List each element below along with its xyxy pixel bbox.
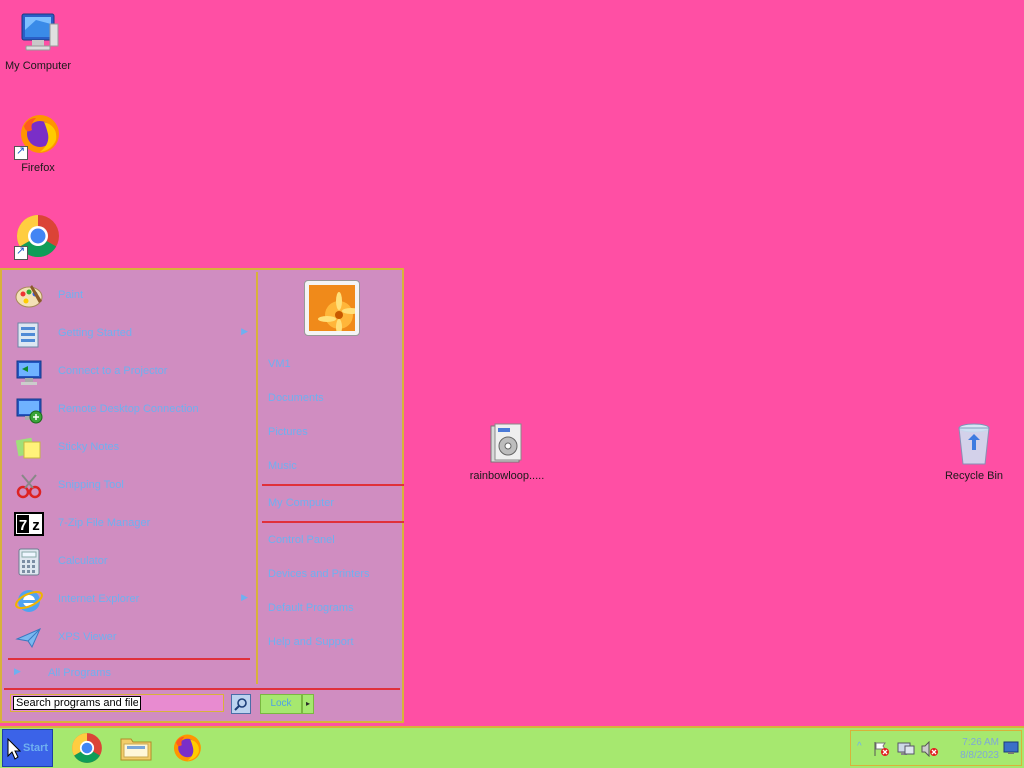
getting-started-icon: [14, 319, 44, 349]
action-center-flag-icon[interactable]: [873, 741, 891, 760]
user-picture[interactable]: [304, 280, 360, 336]
desktop-icon-label: Recycle Bin: [944, 470, 1004, 482]
recycle-bin-icon: [950, 420, 998, 468]
start-menu-item-xps-viewer[interactable]: XPS Viewer: [12, 620, 252, 656]
calculator-icon: [14, 547, 44, 577]
menu-separator: [8, 658, 250, 660]
start-menu: Paint Getting Started ▶ Connect to a Pro…: [0, 268, 404, 723]
places-item-default-programs[interactable]: Default Programs: [268, 602, 354, 614]
taskbar: Start ^ 7:26 AM 8/8/2023: [0, 726, 1024, 768]
remote-desktop-icon: [14, 395, 44, 425]
volume-muted-icon[interactable]: [921, 740, 939, 760]
chrome-icon: [14, 212, 62, 260]
places-item-documents[interactable]: Documents: [268, 392, 324, 404]
show-hidden-icons-button[interactable]: ^: [857, 741, 862, 752]
places-item-pictures[interactable]: Pictures: [268, 426, 308, 438]
start-menu-programs-pane: Paint Getting Started ▶ Connect to a Pro…: [4, 272, 254, 684]
program-label: Snipping Tool: [58, 479, 124, 491]
firefox-icon: [14, 112, 62, 160]
installer-icon: [483, 420, 531, 468]
search-button[interactable]: [231, 694, 251, 714]
7zip-icon: 7z: [14, 509, 44, 539]
taskbar-app-chrome[interactable]: [70, 731, 104, 765]
lock-options-arrow[interactable]: ▸: [302, 694, 314, 714]
search-box: [10, 694, 224, 712]
desktop-icon-firefox[interactable]: Firefox: [0, 112, 78, 174]
xps-viewer-icon: [14, 623, 44, 653]
lock-button[interactable]: Lock: [260, 694, 302, 714]
desktop-icon-chrome[interactable]: [0, 212, 78, 262]
show-desktop-icon[interactable]: [1003, 741, 1019, 758]
svg-text:z: z: [32, 517, 40, 534]
start-menu-item-sticky-notes[interactable]: Sticky Notes: [12, 430, 252, 466]
desktop-icon-label: Firefox: [21, 162, 55, 174]
desktop-icon-rainbowloop[interactable]: rainbowloop.....: [467, 420, 547, 482]
all-programs-button[interactable]: ▶ All Programs: [12, 662, 252, 684]
places-item-vm1[interactable]: VM1: [268, 358, 291, 370]
submenu-arrow-icon: ▶: [241, 592, 248, 602]
search-icon: [234, 697, 248, 714]
start-menu-item-internet-explorer[interactable]: Internet Explorer ▶: [12, 582, 252, 618]
desktop-icon-label: My Computer: [4, 60, 72, 72]
monitor-icon: [14, 10, 62, 58]
program-label: Paint: [58, 289, 84, 301]
start-menu-places-pane: VM1 Documents Pictures Music My Computer…: [256, 272, 404, 684]
start-menu-item-remote-desktop[interactable]: Remote Desktop Connection: [12, 392, 252, 428]
all-programs-arrow-icon: ▶: [14, 666, 21, 676]
chrome-icon: [70, 733, 104, 768]
desktop-icon-my-computer[interactable]: My Computer: [0, 10, 78, 72]
start-menu-item-paint[interactable]: Paint: [12, 278, 252, 314]
projector-icon: [14, 357, 44, 387]
folder-icon: [119, 738, 153, 768]
submenu-arrow-icon: ▶: [241, 326, 248, 336]
start-menu-item-calculator[interactable]: Calculator: [12, 544, 252, 580]
internet-explorer-icon: [14, 585, 44, 615]
desktop-icon-label: rainbowloop.....: [469, 470, 545, 482]
svg-text:7: 7: [19, 517, 27, 534]
shortcut-arrow-icon: [14, 244, 28, 260]
sticky-notes-icon: [14, 433, 44, 463]
desktop-icon-recycle-bin[interactable]: Recycle Bin: [934, 420, 1014, 482]
start-menu-search-row: Lock ▸: [4, 688, 400, 720]
start-menu-item-connect-projector[interactable]: Connect to a Projector: [12, 354, 252, 390]
places-item-music[interactable]: Music: [268, 460, 297, 472]
places-item-help-support[interactable]: Help and Support: [268, 636, 354, 648]
start-label: Start: [23, 742, 49, 754]
start-menu-item-7zip[interactable]: 7z 7-Zip File Manager: [12, 506, 252, 542]
start-menu-item-getting-started[interactable]: Getting Started ▶: [12, 316, 252, 352]
program-label: Connect to a Projector: [58, 365, 168, 377]
clock-date: 8/8/2023: [960, 750, 999, 761]
search-input[interactable]: [13, 696, 141, 710]
program-label: Internet Explorer: [58, 593, 140, 605]
menu-separator: [262, 484, 404, 486]
program-label: Calculator: [58, 555, 108, 567]
places-item-devices-printers[interactable]: Devices and Printers: [268, 568, 370, 580]
flower-picture-icon: [309, 285, 360, 335]
places-item-control-panel[interactable]: Control Panel: [268, 534, 335, 546]
taskbar-app-file-explorer[interactable]: [119, 731, 153, 765]
start-menu-item-snipping-tool[interactable]: Snipping Tool: [12, 468, 252, 504]
clock[interactable]: 7:26 AM 8/8/2023: [947, 736, 999, 762]
taskbar-app-firefox[interactable]: [169, 731, 203, 765]
cursor-pointer-icon: [7, 737, 22, 763]
clock-time: 7:26 AM: [962, 737, 999, 748]
menu-separator: [262, 521, 404, 523]
places-item-my-computer[interactable]: My Computer: [268, 497, 334, 509]
program-label: Remote Desktop Connection: [58, 403, 199, 415]
system-tray: ^ 7:26 AM 8/8/2023: [850, 730, 1022, 766]
paint-palette-icon: [14, 281, 44, 311]
all-programs-label: All Programs: [48, 667, 111, 679]
firefox-icon: [169, 734, 203, 768]
network-icon[interactable]: [897, 741, 915, 760]
shortcut-arrow-icon: [14, 144, 28, 160]
scissors-icon: [14, 471, 44, 501]
program-label: Getting Started: [58, 327, 132, 339]
start-button[interactable]: Start: [2, 729, 53, 767]
program-label: Sticky Notes: [58, 441, 120, 453]
program-label: XPS Viewer: [58, 631, 117, 643]
program-label: 7-Zip File Manager: [58, 517, 151, 529]
